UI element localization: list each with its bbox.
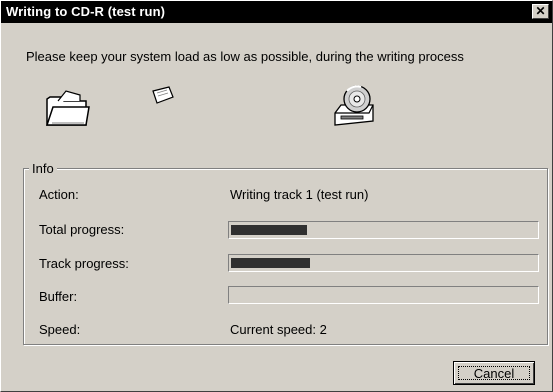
- paper-sheet-icon: [152, 86, 174, 104]
- speed-value: Current speed: 2: [230, 322, 327, 337]
- writing-dialog: Writing to CD-R (test run) ✕ Please keep…: [0, 0, 553, 392]
- cancel-button[interactable]: Cancel: [453, 361, 535, 385]
- total-progress-bar: [228, 221, 539, 239]
- instruction-text: Please keep your system load as low as p…: [26, 49, 464, 64]
- track-progress-bar: [228, 254, 539, 272]
- info-legend: Info: [29, 161, 57, 176]
- title-bar[interactable]: Writing to CD-R (test run) ✕: [1, 1, 552, 23]
- buffer-label: Buffer:: [39, 289, 78, 304]
- close-icon: ✕: [535, 4, 546, 18]
- action-value: Writing track 1 (test run): [230, 187, 369, 202]
- total-progress-fill: [231, 225, 307, 235]
- buffer-bar: [228, 286, 539, 304]
- cancel-button-label: Cancel: [458, 366, 530, 381]
- track-progress-fill: [231, 258, 310, 268]
- total-progress-label: Total progress:: [39, 222, 125, 237]
- folder-icon: [45, 90, 90, 126]
- track-progress-label: Track progress:: [39, 256, 129, 271]
- window-title: Writing to CD-R (test run): [6, 4, 166, 19]
- cd-drive-icon: [334, 85, 374, 126]
- action-label: Action:: [39, 187, 79, 202]
- close-button[interactable]: ✕: [532, 4, 549, 19]
- speed-label: Speed:: [39, 322, 81, 337]
